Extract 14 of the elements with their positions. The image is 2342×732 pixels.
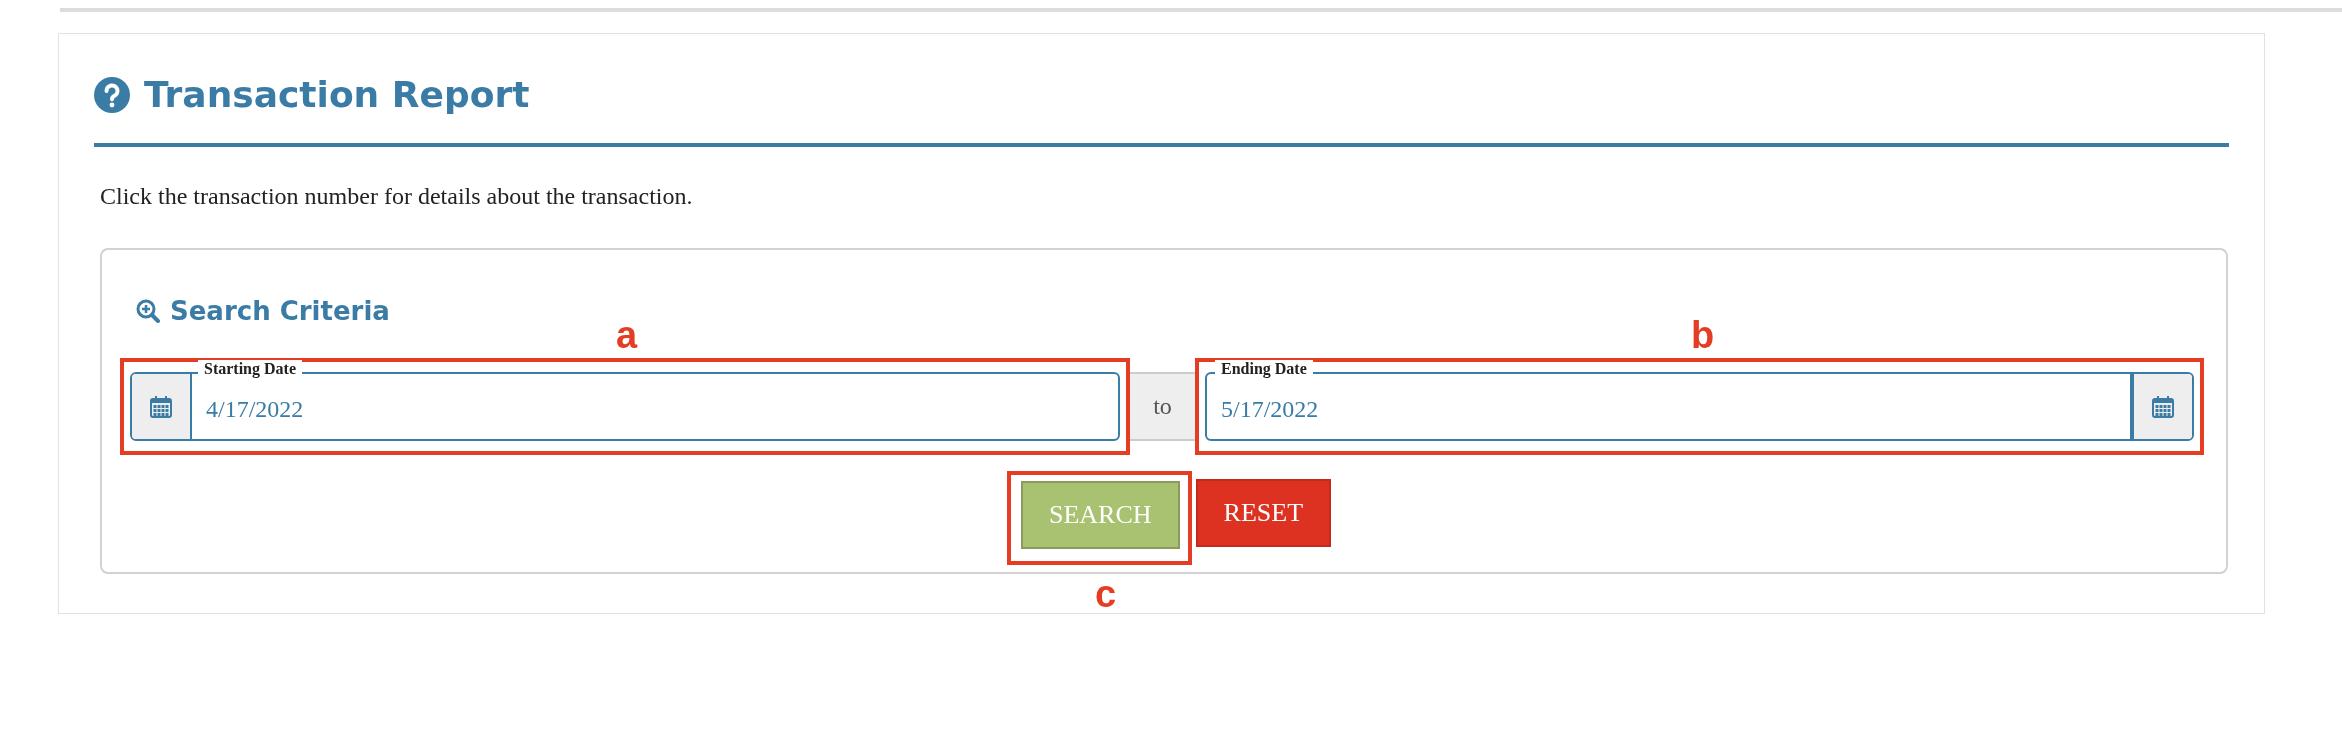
annotation-letter: b xyxy=(1691,316,1715,354)
annotation-letter: c xyxy=(1095,575,1117,613)
annotation-letter: a xyxy=(616,316,638,354)
field-label: Starting Date xyxy=(198,360,302,378)
page-title: Transaction Report xyxy=(144,74,530,115)
field-label: Ending Date xyxy=(1215,360,1313,378)
section-title: Search Criteria xyxy=(170,296,390,326)
zoom-in-icon xyxy=(136,299,160,323)
reset-button[interactable]: RESET xyxy=(1195,479,1331,547)
range-separator: to xyxy=(1130,372,1195,441)
calendar-icon xyxy=(2152,395,2174,418)
help-icon[interactable] xyxy=(94,76,130,113)
description-text: Click the transaction number for details about the transaction. xyxy=(100,183,694,210)
calendar-icon xyxy=(150,395,172,418)
